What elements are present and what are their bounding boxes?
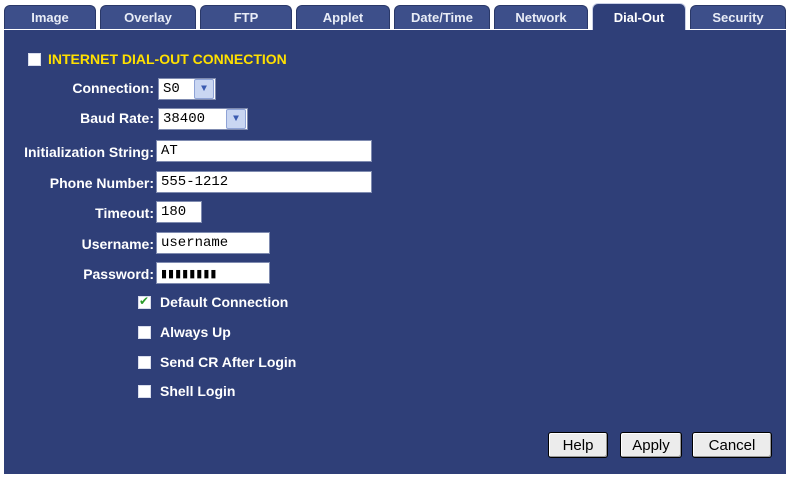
connection-label: Connection: [72, 80, 154, 96]
tab-overlay[interactable]: Overlay [100, 5, 196, 29]
password-label: Password: [83, 266, 154, 282]
dial-out-panel: INTERNET DIAL-OUT CONNECTION Connection:… [4, 30, 786, 474]
shell-login-checkbox[interactable] [138, 385, 151, 398]
phone-number-label: Phone Number: [49, 175, 154, 191]
tab-date-time[interactable]: Date/Time [394, 5, 490, 29]
always-up-label: Always Up [160, 324, 231, 340]
baud-rate-select[interactable]: 38400 ▼ [158, 108, 248, 130]
password-input[interactable]: ▮▮▮▮▮▮▮▮ [156, 262, 270, 284]
connection-value: S0 [163, 81, 180, 97]
timeout-input[interactable]: 180 [156, 201, 202, 223]
chevron-down-icon[interactable]: ▼ [226, 109, 246, 129]
tab-network[interactable]: Network [494, 5, 588, 29]
tab-ftp[interactable]: FTP [200, 5, 292, 29]
baud-rate-value: 38400 [163, 111, 206, 127]
internet-dial-out-checkbox[interactable] [28, 53, 41, 66]
help-button[interactable]: Help [548, 432, 608, 458]
init-string-label: Initialization String: [24, 144, 154, 160]
tab-image[interactable]: Image [4, 5, 96, 29]
tab-dial-out[interactable]: Dial-Out [592, 3, 686, 31]
send-cr-after-login-label: Send CR After Login [160, 354, 297, 370]
section-title: INTERNET DIAL-OUT CONNECTION [48, 51, 287, 67]
connection-select[interactable]: S0 ▼ [158, 78, 216, 100]
apply-button[interactable]: Apply [620, 432, 682, 458]
default-connection-checkbox[interactable] [138, 294, 151, 309]
init-string-input[interactable]: AT [156, 140, 372, 162]
tab-security[interactable]: Security [690, 5, 786, 29]
send-cr-after-login-checkbox[interactable] [138, 356, 151, 369]
phone-number-input[interactable]: 555-1212 [156, 171, 372, 193]
always-up-checkbox[interactable] [138, 326, 151, 339]
default-connection-label: Default Connection [160, 294, 289, 310]
shell-login-label: Shell Login [160, 383, 236, 399]
chevron-down-icon[interactable]: ▼ [194, 79, 214, 99]
username-input[interactable]: username [156, 232, 270, 254]
tab-bar: Image Overlay FTP Applet Date/Time Netwo… [0, 0, 792, 31]
timeout-label: Timeout: [95, 205, 154, 221]
username-label: Username: [81, 236, 154, 252]
tab-applet[interactable]: Applet [296, 5, 390, 29]
cancel-button[interactable]: Cancel [692, 432, 772, 458]
baud-rate-label: Baud Rate: [80, 110, 154, 126]
